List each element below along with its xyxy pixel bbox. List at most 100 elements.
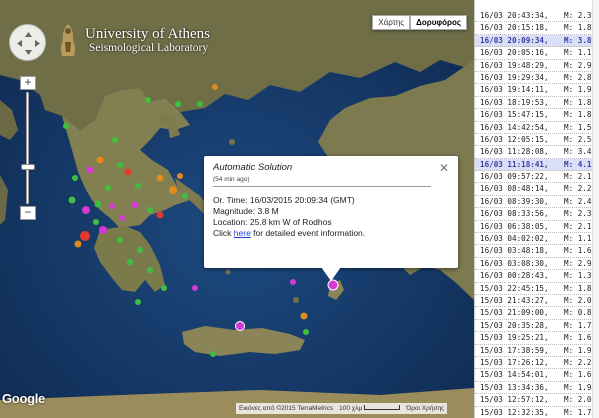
location-label: Location:: [213, 217, 248, 227]
zoom-slider-thumb[interactable]: [21, 164, 35, 170]
event-time: 15/03 21:43:27,: [480, 295, 549, 305]
details-suffix: for detailed event information.: [250, 228, 366, 238]
origin-time-label: Or. Time:: [213, 195, 248, 205]
event-time: 16/03 19:14:11,: [480, 85, 549, 95]
imagery-credit: Εικόνες από ©2015 TerraMetrics: [239, 405, 334, 412]
event-list-item[interactable]: 16/03 00:28:43, M: 1.3: [475, 270, 599, 283]
event-time: 16/03 18:19:53,: [480, 97, 549, 107]
map-type-control: Χάρτης Δορυφόρος: [372, 15, 467, 30]
event-list-item[interactable]: 16/03 06:38:05, M: 2.1: [475, 221, 599, 234]
zoom-in-button[interactable]: +: [20, 76, 36, 90]
event-list-item[interactable]: 16/03 19:14:11, M: 1.9: [475, 84, 599, 97]
event-list-item[interactable]: 16/03 20:43:34, M: 2.3: [475, 10, 599, 23]
event-time: 16/03 14:42:54,: [480, 122, 549, 132]
close-icon[interactable]: ✕: [439, 161, 449, 175]
event-time: 16/03 12:05:15,: [480, 134, 549, 144]
event-time: 15/03 17:38:59,: [480, 345, 549, 355]
location-value: 25.8 km W of Rodhos: [249, 217, 332, 227]
event-time: 15/03 19:25:21,: [480, 333, 549, 343]
event-list-item[interactable]: 15/03 17:38:59, M: 1.9: [475, 345, 599, 357]
event-list-item[interactable]: 16/03 03:48:18, M: 1.6: [475, 245, 599, 258]
event-time: 16/03 03:08:30,: [480, 258, 549, 268]
event-time: 15/03 22:45:15,: [480, 283, 549, 293]
event-time: 16/03 03:48:18,: [480, 246, 549, 256]
event-magnitude: M: 1.7: [564, 407, 592, 417]
list-scrollbar[interactable]: [592, 0, 599, 418]
zoom-out-button[interactable]: −: [20, 206, 36, 220]
event-list-items: 16/03 20:43:34, M: 2.3 16/03 20:15:18, M: 1…: [475, 10, 599, 418]
event-list-item[interactable]: 16/03 20:05:16, M: 1.1: [475, 47, 599, 60]
google-logo: Google: [2, 391, 45, 406]
origin-time-row: Or. Time: 16/03/2015 20:09:34 (GMT): [213, 195, 449, 206]
pan-arrows-icon: [17, 32, 40, 55]
event-list-item[interactable]: 16/03 20:09:34, M: 3.8: [475, 34, 599, 48]
zoom-slider-track[interactable]: [26, 92, 29, 204]
magnitude-value: 3.8 M: [257, 206, 279, 216]
event-list-item[interactable]: 16/03 08:33:56, M: 2.3: [475, 208, 599, 221]
event-time: 15/03 14:54:01,: [480, 370, 549, 380]
event-time: 16/03 15:47:15,: [480, 110, 549, 120]
event-time: 15/03 13:34:36,: [480, 382, 549, 392]
event-list-item[interactable]: 15/03 22:45:15, M: 1.8: [475, 283, 599, 295]
details-link[interactable]: here: [234, 228, 251, 238]
event-time: 16/03 08:39:30,: [480, 196, 549, 206]
event-list-item[interactable]: 15/03 12:57:12, M: 2.0: [475, 394, 599, 407]
event-time: 16/03 20:09:34,: [480, 35, 549, 45]
brand-subtitle: Seismological Laboratory: [89, 41, 209, 54]
event-info-popup: ✕ Automatic Solution (54 min ago) Or. Ti…: [204, 156, 458, 281]
event-list-item[interactable]: 16/03 08:39:30, M: 2.4: [475, 196, 599, 209]
event-list-item[interactable]: 15/03 12:32:35, M: 1.7: [475, 407, 599, 418]
event-list-item[interactable]: 16/03 14:42:54, M: 1.5: [475, 122, 599, 134]
event-time: 15/03 12:57:12,: [480, 395, 549, 405]
event-time: 15/03 21:09:00,: [480, 308, 549, 318]
event-list-item[interactable]: 16/03 19:48:29, M: 2.9: [475, 60, 599, 72]
event-time: 16/03 20:15:18,: [480, 23, 549, 33]
map-view-button[interactable]: Χάρτης: [372, 15, 411, 30]
event-time: 16/03 06:38:05,: [480, 221, 549, 231]
event-time: 16/03 00:28:43,: [480, 271, 549, 281]
terms-link[interactable]: Όροι Χρήσης: [406, 405, 444, 412]
event-time: 16/03 19:29:34,: [480, 72, 549, 82]
scale-line: [364, 405, 401, 410]
event-list-item[interactable]: 15/03 21:43:27, M: 2.0: [475, 295, 599, 308]
event-time: 16/03 04:02:02,: [480, 234, 549, 244]
event-list[interactable]: 16/03 20:43:34, M: 2.3 16/03 20:15:18, M: 1…: [474, 0, 599, 418]
event-list-item[interactable]: 16/03 04:02:02, M: 1.1: [475, 233, 599, 246]
university-branding: University of Athens Seismological Labor…: [55, 22, 210, 58]
event-list-item[interactable]: 15/03 20:35:28, M: 1.7: [475, 320, 599, 333]
seismic-map[interactable]: Χάρτης Δορυφόρος University of Athens Se…: [0, 0, 474, 418]
magnitude-label: Magnitude:: [213, 206, 256, 216]
popup-age: (54 min ago): [213, 176, 250, 183]
event-list-item[interactable]: 16/03 08:48:14, M: 2.2: [475, 183, 599, 196]
event-list-item[interactable]: 16/03 03:08:30, M: 2.9: [475, 258, 599, 271]
details-row: Click here for detailed event informatio…: [213, 228, 449, 239]
details-prefix: Click: [213, 228, 234, 238]
event-time: 15/03 17:26:12,: [480, 357, 549, 367]
event-time: 15/03 20:35:28,: [480, 320, 549, 330]
event-list-item[interactable]: 16/03 18:19:53, M: 1.8: [475, 97, 599, 110]
popup-divider: [213, 186, 431, 187]
origin-time-value: 16/03/2015 20:09:34 (GMT): [249, 195, 355, 205]
event-list-item[interactable]: 16/03 15:47:15, M: 1.8: [475, 109, 599, 122]
event-list-item[interactable]: 16/03 11:18:41, M: 4.1: [475, 158, 599, 172]
brand-title: University of Athens: [85, 25, 210, 42]
event-list-item[interactable]: 16/03 19:29:34, M: 2.8: [475, 72, 599, 85]
event-time: 16/03 08:48:14,: [480, 184, 549, 194]
event-time: 16/03 11:28:08,: [480, 147, 549, 157]
event-list-item[interactable]: 15/03 19:25:21, M: 1.6: [475, 332, 599, 345]
event-time: 16/03 20:05:16,: [480, 48, 549, 58]
event-list-item[interactable]: 16/03 12:05:15, M: 2.5: [475, 134, 599, 147]
pan-control[interactable]: [9, 24, 46, 61]
event-time: 15/03 12:32:35,: [480, 407, 549, 417]
event-list-item[interactable]: 15/03 21:09:00, M: 0.8: [475, 307, 599, 320]
satellite-view-button[interactable]: Δορυφόρος: [410, 15, 467, 30]
map-footer: Εικόνες από ©2015 TerraMetrics 100 χλμ Ό…: [236, 403, 448, 414]
event-list-item[interactable]: 16/03 11:28:08, M: 3.4: [475, 146, 599, 159]
event-list-item[interactable]: 15/03 13:34:36, M: 1.9: [475, 382, 599, 395]
zoom-control: + −: [20, 76, 36, 222]
event-list-item[interactable]: 16/03 20:15:18, M: 1.8: [475, 22, 599, 35]
event-list-item[interactable]: 16/03 09:57:22, M: 2.1: [475, 171, 599, 184]
event-time: 16/03 19:48:29,: [480, 60, 549, 70]
event-list-item[interactable]: 15/03 17:26:12, M: 2.2: [475, 357, 599, 370]
event-list-item[interactable]: 15/03 14:54:01, M: 1.6: [475, 369, 599, 382]
